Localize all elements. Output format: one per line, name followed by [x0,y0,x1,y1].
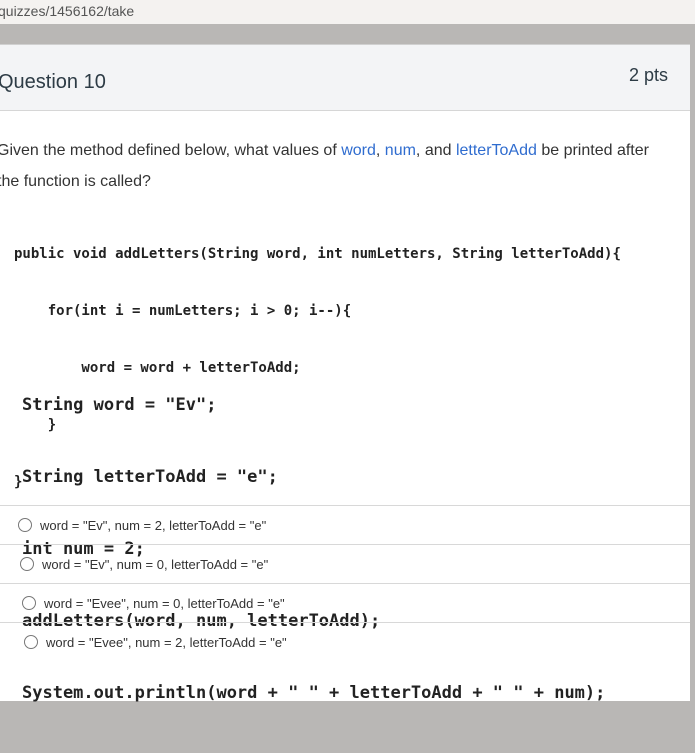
prompt-var-num: num [384,142,416,159]
answer-option[interactable]: word = "Ev", num = 2, letterToAdd = "e" [0,505,690,544]
answer-option[interactable]: word = "Ev", num = 0, letterToAdd = "e" [0,544,690,583]
prompt-var-letter: letterToAdd [455,142,537,159]
prompt-sep-1: , [375,142,385,159]
prompt-sep-2: , and [415,142,456,159]
answer-list: word = "Ev", num = 2, letterToAdd = "e" … [0,505,690,661]
question-points: 2 pts [628,65,668,85]
url-text: quizzes/1456162/take [0,3,135,19]
code-line: String word = "Ev"; [22,395,217,415]
radio-button[interactable] [20,557,34,571]
answer-label: word = "Ev", num = 2, letterToAdd = "e" [40,517,267,533]
address-bar[interactable]: quizzes/1456162/take [0,0,695,24]
code-line: System.out.println(word + " " + letterTo… [22,683,606,703]
question-prompt: Given the method defined below, what val… [0,135,667,197]
answer-option[interactable]: word = "Evee", num = 0, letterToAdd = "e… [0,583,690,622]
answer-label: word = "Evee", num = 0, letterToAdd = "e… [44,595,285,611]
answer-label: word = "Ev", num = 0, letterToAdd = "e" [42,556,269,572]
question-card: Question 10 2 pts Given the method defin… [0,44,690,703]
answer-option[interactable]: word = "Evee", num = 2, letterToAdd = "e… [0,622,690,661]
radio-button[interactable] [18,518,32,532]
radio-button[interactable] [24,635,38,649]
question-header: Question 10 2 pts [0,45,690,111]
code-line: for(int i = numLetters; i > 0; i--){ [14,303,352,319]
prompt-var-word: word [341,142,376,159]
answer-label: word = "Evee", num = 2, letterToAdd = "e… [46,634,287,650]
prompt-text-1: Given the method defined below, what val… [0,142,342,159]
radio-button[interactable] [22,596,36,610]
code-line: public void addLetters(String word, int … [14,246,621,262]
code-line: String letterToAdd = "e"; [22,467,278,487]
question-title: Question 10 [0,71,106,93]
